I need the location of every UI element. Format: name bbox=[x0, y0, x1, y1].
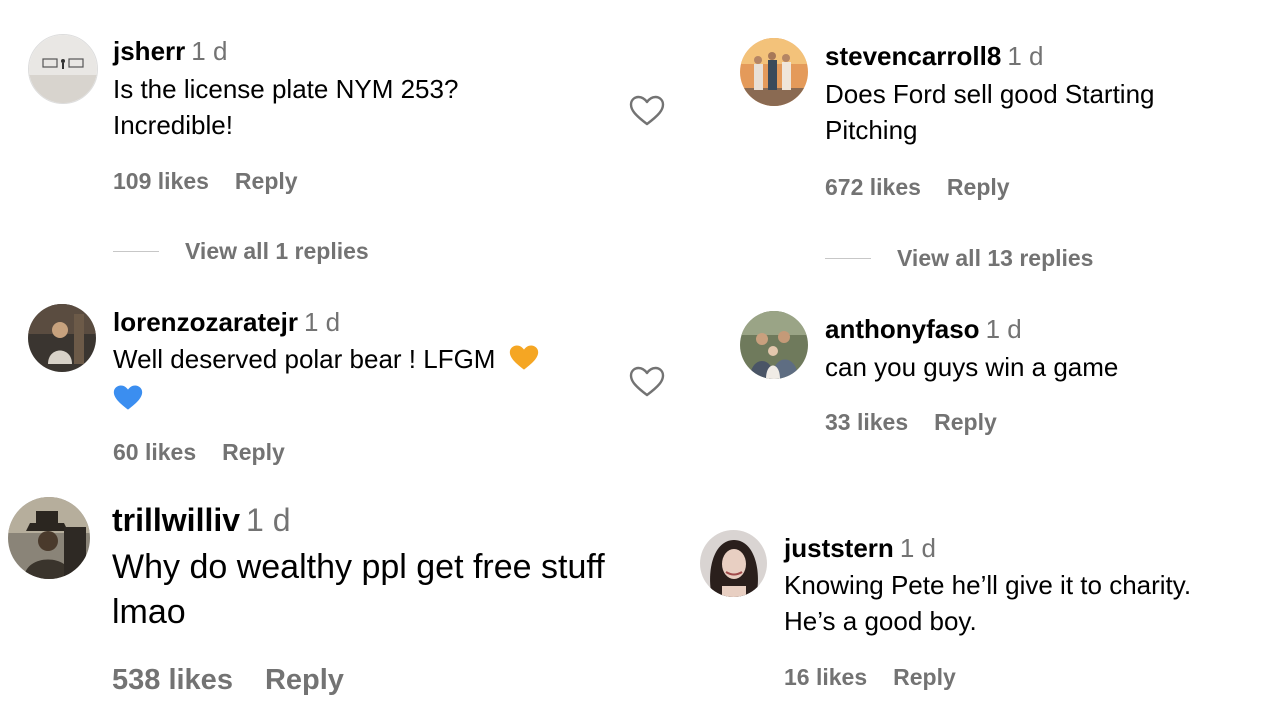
username[interactable]: stevencarroll8 bbox=[825, 41, 1001, 71]
anthonyfaso-avatar[interactable] bbox=[740, 311, 808, 379]
view-replies-link[interactable]: View all 1 replies bbox=[113, 238, 369, 265]
jsherr-avatar[interactable] bbox=[28, 34, 98, 104]
username[interactable]: lorenzozaratejr bbox=[113, 307, 298, 337]
username[interactable]: juststern bbox=[784, 533, 894, 563]
likes-count[interactable]: 672 likes bbox=[825, 174, 921, 200]
comment-text-line: Knowing Pete he’ll give it to charity. bbox=[784, 570, 1192, 600]
reply-button[interactable]: Reply bbox=[222, 439, 285, 465]
view-replies-link[interactable]: View all 13 replies bbox=[825, 245, 1093, 272]
timestamp: 1 d bbox=[303, 307, 341, 337]
like-heart-icon[interactable] bbox=[629, 95, 665, 127]
cowboy-photo-avatar bbox=[8, 497, 90, 579]
likes-count[interactable]: 538 likes bbox=[112, 664, 233, 696]
view-replies-label: View all 1 replies bbox=[185, 238, 369, 264]
divider-line bbox=[825, 258, 871, 259]
view-replies-label: View all 13 replies bbox=[897, 245, 1094, 271]
timestamp: 1 d bbox=[191, 36, 228, 66]
trillwilliv-avatar[interactable] bbox=[8, 497, 90, 579]
reply-button[interactable]: Reply bbox=[235, 168, 298, 194]
timestamp: 1 d bbox=[246, 502, 291, 538]
likes-count[interactable]: 60 likes bbox=[113, 439, 196, 465]
family-photo-avatar bbox=[740, 311, 808, 379]
username[interactable]: jsherr bbox=[113, 36, 185, 66]
likes-count[interactable]: 109 likes bbox=[113, 168, 209, 194]
reply-button[interactable]: Reply bbox=[934, 409, 997, 435]
reply-button[interactable]: Reply bbox=[893, 664, 956, 690]
comment-text-line: Well deserved polar bear ! LFGM bbox=[113, 344, 496, 374]
reply-button[interactable]: Reply bbox=[265, 664, 344, 696]
reply-button[interactable]: Reply bbox=[947, 174, 1010, 200]
woman-photo-avatar bbox=[700, 530, 767, 597]
man-photo-avatar bbox=[28, 304, 96, 372]
username[interactable]: trillwilliv bbox=[112, 502, 240, 538]
blue-heart-icon bbox=[113, 384, 143, 421]
divider-line bbox=[113, 251, 159, 252]
lorenzozaratejr-avatar[interactable] bbox=[28, 304, 96, 372]
comment-text-line: lmao bbox=[112, 593, 186, 632]
comment-text-line: Does Ford sell good Starting bbox=[825, 79, 1155, 109]
like-heart-icon[interactable] bbox=[629, 366, 665, 398]
timestamp: 1 d bbox=[985, 314, 1022, 344]
comment-text-line: can you guys win a game bbox=[825, 352, 1119, 382]
comment-text-line: Why do wealthy ppl get free stuff bbox=[112, 548, 605, 586]
stevencarroll8-avatar[interactable] bbox=[740, 38, 808, 106]
timestamp: 1 d bbox=[899, 533, 936, 563]
juststern-avatar[interactable] bbox=[700, 530, 767, 597]
orange-heart-icon bbox=[509, 344, 539, 381]
comment-text-line: He’s a good boy. bbox=[784, 606, 977, 637]
timestamp: 1 d bbox=[1007, 41, 1044, 71]
beach-photo-avatar bbox=[29, 35, 97, 103]
username[interactable]: anthonyfaso bbox=[825, 314, 980, 344]
comment-text-line: Is the license plate NYM 253? bbox=[113, 74, 459, 104]
likes-count[interactable]: 16 likes bbox=[784, 664, 867, 690]
likes-count[interactable]: 33 likes bbox=[825, 409, 908, 435]
comment-text-line: Pitching bbox=[825, 115, 918, 146]
comment-text-line: Incredible! bbox=[113, 110, 233, 141]
group-sunset-avatar bbox=[740, 38, 808, 106]
